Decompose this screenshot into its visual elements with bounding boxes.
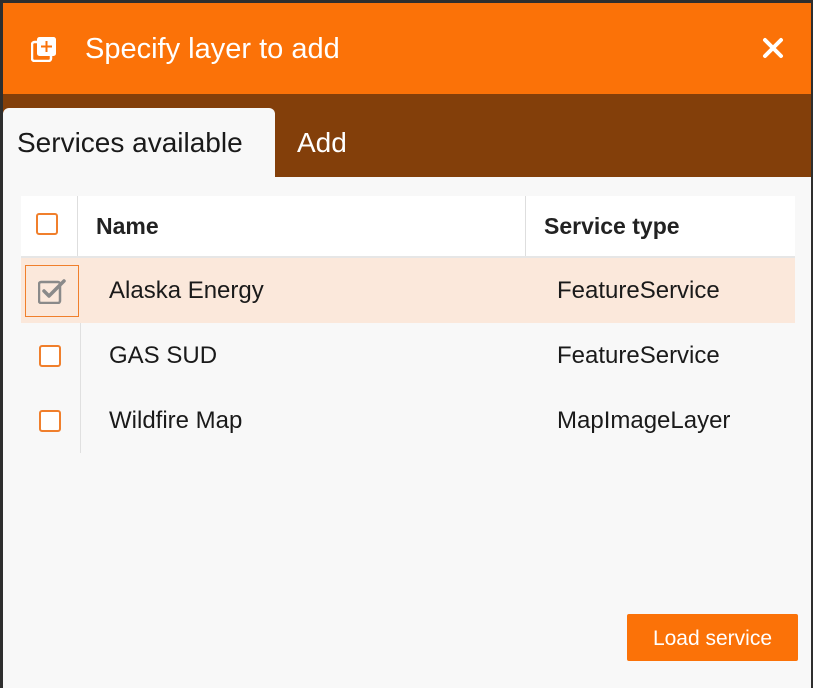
row-name: Wildfire Map	[109, 407, 243, 434]
add-layer-icon	[31, 37, 56, 62]
row-checkbox[interactable]	[25, 265, 79, 317]
row-service-type: FeatureService	[557, 277, 720, 304]
select-all-checkbox[interactable]	[36, 213, 58, 235]
column-header-type-cell: Service type	[525, 196, 796, 256]
row-check-cell	[21, 258, 80, 323]
dialog-header: Specify layer to add	[3, 3, 811, 94]
table-header: Name Service type	[21, 196, 795, 258]
load-service-button[interactable]: Load service	[627, 614, 798, 661]
row-check-cell	[21, 388, 81, 453]
tab-add[interactable]: Add	[281, 108, 363, 177]
dialog-title: Specify layer to add	[85, 33, 340, 65]
table-row[interactable]: Alaska Energy FeatureService	[21, 258, 795, 323]
header-check-cell	[21, 196, 78, 256]
row-checkbox[interactable]	[39, 345, 61, 367]
row-service-type: FeatureService	[557, 342, 720, 369]
checkmark-icon	[38, 279, 66, 304]
row-name: Alaska Energy	[109, 277, 264, 304]
row-name: GAS SUD	[109, 342, 218, 369]
column-header-name: Name	[96, 213, 159, 239]
row-service-type: MapImageLayer	[557, 407, 731, 434]
close-icon[interactable]	[755, 30, 791, 66]
table-row[interactable]: Wildfire Map MapImageLayer	[21, 388, 795, 453]
add-layer-dialog: Specify layer to add Services available …	[3, 3, 811, 688]
services-table: Name Service type Alaska Energy FeatureS…	[21, 196, 795, 453]
table-row[interactable]: GAS SUD FeatureService	[21, 323, 795, 388]
row-checkbox[interactable]	[39, 410, 61, 432]
column-header-service-type: Service type	[544, 213, 680, 239]
row-check-cell	[21, 323, 81, 388]
tab-bar: Services available Add	[3, 94, 811, 177]
tab-services-available[interactable]: Services available	[3, 108, 275, 177]
